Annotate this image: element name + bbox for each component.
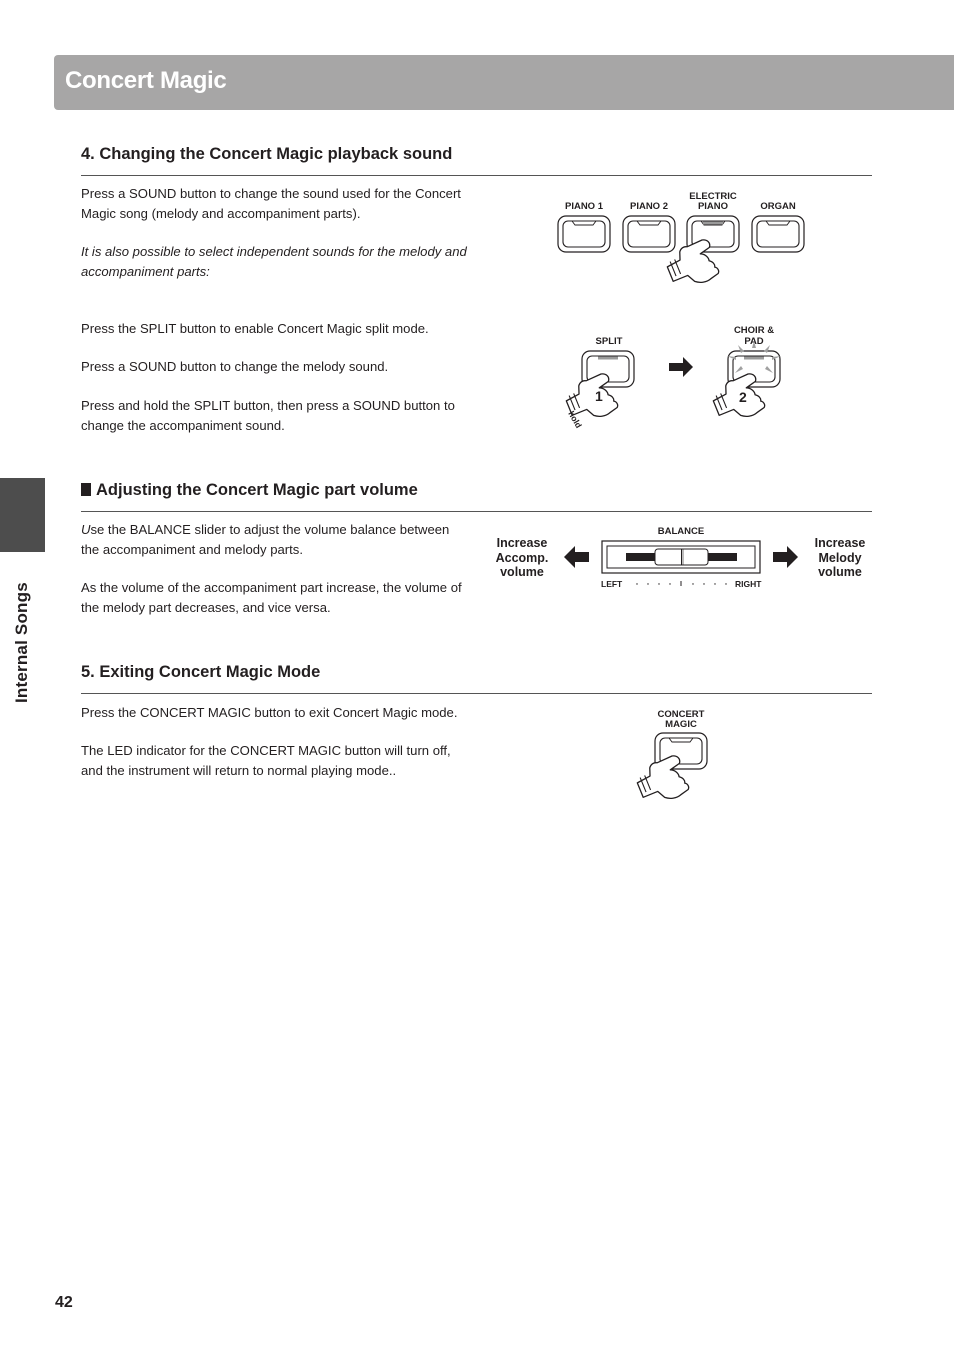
balance-label: BALANCE xyxy=(658,526,704,537)
piano-2-button[interactable] xyxy=(622,215,676,253)
slider-scale-ticks xyxy=(636,581,727,586)
left-caption-line3: volume xyxy=(500,565,544,579)
button-label-organ: ORGAN xyxy=(760,201,796,212)
choir-pad-label-line1: CHOIR & xyxy=(734,325,774,336)
paragraph: Press and hold the SPLIT button, then pr… xyxy=(81,398,455,433)
paragraph: Press a SOUND button to change the sound… xyxy=(81,186,461,221)
paragraph: Use the BALANCE slider to adjust the vol… xyxy=(81,520,471,559)
section-title-text: Adjusting the Concert Magic part volume xyxy=(96,481,418,499)
right-caption-line1: Increase xyxy=(815,536,866,550)
paragraph-italic-note: It is also possible to select independen… xyxy=(81,244,467,279)
left-caption-line2: Accomp. xyxy=(496,551,549,565)
step-number-1: 1 xyxy=(595,388,603,404)
piano-1-button[interactable] xyxy=(557,215,611,253)
right-caption-line3: volume xyxy=(818,565,862,579)
right-caption-line2: Melody xyxy=(818,551,861,565)
paragraph: As the volume of the accompaniment part … xyxy=(81,580,462,615)
led-indicator-on xyxy=(703,221,723,225)
paragraph: The LED indicator for the CONCERT MAGIC … xyxy=(81,743,451,778)
balance-slider-figure: Increase Accomp. volume BALANCE LEFT RIG… xyxy=(496,526,866,589)
side-tab-marker xyxy=(0,478,45,552)
paragraph: Press the CONCERT MAGIC button to exit C… xyxy=(81,705,458,720)
hold-label: hold xyxy=(566,409,584,430)
slider-right-end-label: RIGHT xyxy=(735,579,762,589)
side-tab-label: Internal Songs xyxy=(12,582,31,703)
organ-button[interactable] xyxy=(751,215,805,253)
chapter-title: Concert Magic xyxy=(65,67,227,94)
page-number: 42 xyxy=(55,1294,73,1311)
arrow-left-icon xyxy=(564,546,589,568)
paragraph-text: se the BALANCE slider to adjust the volu… xyxy=(81,522,450,557)
chapter-header-bar: Concert Magic xyxy=(54,55,954,110)
left-caption-line1: Increase xyxy=(497,536,548,550)
split-button-label: SPLIT xyxy=(596,336,623,347)
split-mode-figure: SPLIT 1 hold CHOIR & PAD 2 xyxy=(560,325,781,433)
section-divider xyxy=(81,175,872,176)
section-divider xyxy=(81,511,872,512)
button-label-piano-1: PIANO 1 xyxy=(565,201,604,212)
section-divider xyxy=(81,693,872,694)
button-label-electric-piano: PIANO xyxy=(698,201,728,212)
section-title-changing-sound: 4. Changing the Concert Magic playback s… xyxy=(81,145,453,163)
section-title-part-volume: Adjusting the Concert Magic part volume xyxy=(81,481,418,500)
balance-slider-knob[interactable] xyxy=(654,548,709,566)
concert-magic-label-line2: MAGIC xyxy=(665,719,697,730)
sound-buttons-figure: PIANO 1 PIANO 2 ELECTRIC PIANO ORGAN xyxy=(557,191,805,290)
button-label-piano-2: PIANO 2 xyxy=(630,201,668,212)
slider-left-end-label: LEFT xyxy=(601,579,623,589)
arrow-right-icon xyxy=(773,546,798,568)
paragraph: Press the SPLIT button to enable Concert… xyxy=(81,321,429,336)
paragraph: Press a SOUND button to change the melod… xyxy=(81,359,389,374)
section-title-exiting: 5. Exiting Concert Magic Mode xyxy=(81,663,321,681)
section-square-bullet xyxy=(81,483,91,496)
step-number-2: 2 xyxy=(739,389,747,405)
concert-magic-button-figure: CONCERT MAGIC xyxy=(631,709,708,810)
arrow-right-icon xyxy=(669,357,693,377)
